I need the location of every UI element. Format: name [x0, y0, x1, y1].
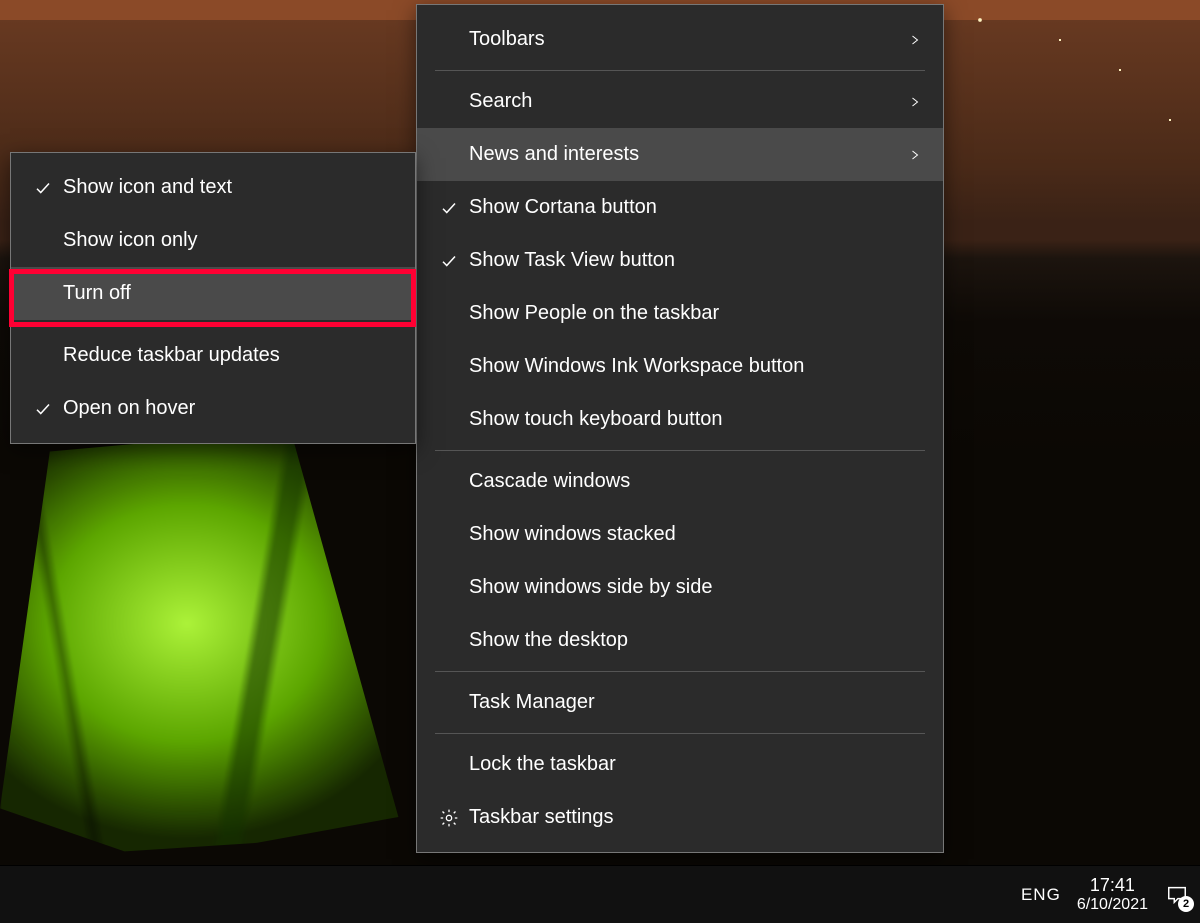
check-icon	[435, 199, 463, 217]
clock[interactable]: 17:41 6/10/2021	[1077, 875, 1148, 915]
chevron-right-icon	[897, 145, 921, 165]
menu-separator	[435, 450, 925, 451]
menu-separator	[435, 733, 925, 734]
taskbar-menu-item-show-touch-keyboard-button[interactable]: Show touch keyboard button	[417, 393, 943, 446]
menu-item-label: Show touch keyboard button	[463, 408, 921, 431]
taskbar-menu-item-show-windows-stacked[interactable]: Show windows stacked	[417, 508, 943, 561]
taskbar-menu-item-taskbar-settings[interactable]: Taskbar settings	[417, 791, 943, 844]
taskbar-menu-item-show-windows-side-by-side[interactable]: Show windows side by side	[417, 561, 943, 614]
menu-item-label: Taskbar settings	[463, 806, 921, 829]
clock-date: 6/10/2021	[1077, 895, 1148, 915]
taskbar-menu-item-show-the-desktop[interactable]: Show the desktop	[417, 614, 943, 667]
menu-item-label: Toolbars	[463, 28, 897, 51]
menu-item-label: Show windows side by side	[463, 576, 921, 599]
check-icon	[29, 400, 57, 418]
gear-icon	[435, 808, 463, 828]
menu-item-label: Show Windows Ink Workspace button	[463, 355, 921, 378]
menu-item-label: Show Task View button	[463, 249, 921, 272]
taskbar-menu-item-cascade-windows[interactable]: Cascade windows	[417, 455, 943, 508]
news-submenu-item-show-icon-only[interactable]: Show icon only	[11, 214, 415, 267]
menu-item-label: Show icon only	[57, 229, 393, 252]
taskbar-menu-item-show-windows-ink-workspace-button[interactable]: Show Windows Ink Workspace button	[417, 340, 943, 393]
menu-item-label: Task Manager	[463, 691, 921, 714]
taskbar-menu-item-news-and-interests[interactable]: News and interests	[417, 128, 943, 181]
notification-badge: 2	[1178, 896, 1194, 912]
menu-item-label: Cascade windows	[463, 470, 921, 493]
chevron-right-icon	[897, 92, 921, 112]
menu-item-label: Lock the taskbar	[463, 753, 921, 776]
menu-item-label: Show the desktop	[463, 629, 921, 652]
menu-item-label: Reduce taskbar updates	[57, 344, 393, 367]
menu-item-label: Turn off	[57, 282, 393, 305]
taskbar-menu-item-show-task-view-button[interactable]: Show Task View button	[417, 234, 943, 287]
menu-item-label: Show windows stacked	[463, 523, 921, 546]
menu-separator	[435, 671, 925, 672]
menu-item-label: Show icon and text	[57, 176, 393, 199]
taskbar[interactable]: ENG 17:41 6/10/2021 2	[0, 865, 1200, 923]
menu-item-label: Show Cortana button	[463, 196, 921, 219]
menu-separator	[29, 324, 397, 325]
clock-time: 17:41	[1077, 875, 1148, 895]
check-icon	[29, 179, 57, 197]
taskbar-context-menu: Toolbars Search News and interests Show Cor…	[416, 4, 944, 853]
chevron-right-icon	[897, 30, 921, 50]
language-indicator[interactable]: ENG	[1021, 885, 1061, 905]
menu-item-label: Show People on the taskbar	[463, 302, 921, 325]
action-center-icon[interactable]: 2	[1164, 882, 1190, 908]
menu-item-label: Search	[463, 90, 897, 113]
taskbar-menu-item-toolbars[interactable]: Toolbars	[417, 13, 943, 66]
taskbar-menu-item-search[interactable]: Search	[417, 75, 943, 128]
taskbar-empty-area[interactable]	[0, 866, 1005, 923]
news-submenu-item-open-on-hover[interactable]: Open on hover	[11, 382, 415, 435]
taskbar-menu-item-lock-the-taskbar[interactable]: Lock the taskbar	[417, 738, 943, 791]
taskbar-menu-item-show-cortana-button[interactable]: Show Cortana button	[417, 181, 943, 234]
check-icon	[435, 252, 463, 270]
taskbar-menu-item-task-manager[interactable]: Task Manager	[417, 676, 943, 729]
news-submenu-item-turn-off[interactable]: Turn off	[11, 267, 415, 320]
taskbar-menu-item-show-people-on-the-taskbar[interactable]: Show People on the taskbar	[417, 287, 943, 340]
news-submenu-item-show-icon-and-text[interactable]: Show icon and text	[11, 161, 415, 214]
menu-separator	[435, 70, 925, 71]
news-and-interests-submenu: Show icon and text Show icon only Turn off…	[10, 152, 416, 444]
system-tray: ENG 17:41 6/10/2021 2	[1005, 866, 1200, 923]
menu-item-label: News and interests	[463, 143, 897, 166]
menu-item-label: Open on hover	[57, 397, 393, 420]
news-submenu-item-reduce-taskbar-updates[interactable]: Reduce taskbar updates	[11, 329, 415, 382]
